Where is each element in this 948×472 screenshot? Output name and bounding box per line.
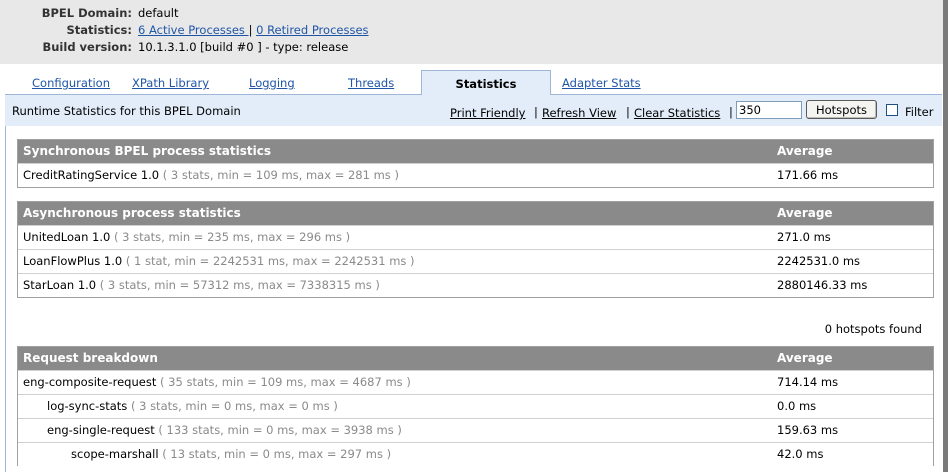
request-stats: ( 133 stats, min = 0 ms, max = 3938 ms ) — [158, 423, 402, 437]
average-value: 714.14 ms — [777, 375, 839, 389]
table-row: scope-marshall ( 13 stats, min = 0 ms, m… — [18, 442, 933, 466]
filter-label: Filter — [905, 105, 934, 119]
statistics-toolbar: Runtime Statistics for this BPEL Domain … — [5, 95, 942, 126]
table-row: StarLoan 1.0 ( 3 stats, min = 57312 ms, … — [18, 273, 933, 297]
request-name-cell: scope-marshall ( 13 stats, min = 0 ms, m… — [71, 443, 391, 466]
hotspots-found-text: 0 hotspots found — [824, 322, 922, 336]
table-row: UnitedLoan 1.0 ( 3 stats, min = 235 ms, … — [18, 225, 933, 249]
process-name-cell: StarLoan 1.0 ( 3 stats, min = 57312 ms, … — [23, 274, 380, 297]
request-name: scope-marshall — [71, 447, 159, 461]
table-title: Synchronous BPEL process statistics — [23, 144, 271, 158]
process-stats: ( 3 stats, min = 109 ms, max = 281 ms ) — [162, 168, 399, 182]
statistics-value: 6 Active Processes | 0 Retired Processes — [138, 22, 369, 38]
process-name: UnitedLoan 1.0 — [23, 230, 111, 244]
build-value: 10.1.3.1.0 [build #0 ] - type: release — [138, 40, 349, 54]
sync-process-table: Synchronous BPEL process statistics Aver… — [17, 139, 934, 188]
process-name: CreditRatingService 1.0 — [23, 168, 160, 182]
average-value: 171.66 ms — [777, 168, 839, 182]
build-label: Build version: — [42, 40, 132, 54]
table-row: eng-composite-request ( 35 stats, min = … — [18, 370, 933, 394]
statistics-label: Statistics: — [66, 23, 132, 37]
request-name-cell: eng-single-request ( 133 stats, min = 0 … — [47, 419, 402, 442]
hotspot-threshold-input[interactable] — [736, 101, 802, 119]
tab-threads[interactable]: Threads — [348, 76, 394, 94]
average-value: 2242531.0 ms — [777, 254, 861, 268]
average-header: Average — [777, 144, 833, 158]
async-process-table: Asynchronous process statistics Average … — [17, 201, 934, 298]
average-header: Average — [777, 351, 833, 365]
process-name: StarLoan 1.0 — [23, 278, 97, 292]
process-stats: ( 3 stats, min = 57312 ms, max = 7338315… — [99, 278, 380, 292]
request-name: eng-composite-request — [23, 375, 157, 389]
toolbar-title: Runtime Statistics for this BPEL Domain — [12, 104, 241, 118]
table-header: Request breakdown Average — [18, 347, 933, 370]
build-row: Build version: 10.1.3.1.0 [build #0 ] - … — [0, 39, 943, 55]
toolbar-separator: | — [534, 105, 538, 119]
table-row: CreditRatingService 1.0 ( 3 stats, min =… — [18, 163, 933, 187]
request-name: eng-single-request — [47, 423, 155, 437]
process-stats: ( 1 stat, min = 2242531 ms, max = 224253… — [125, 254, 415, 268]
statistics-row: Statistics: 6 Active Processes | 0 Retir… — [0, 22, 943, 38]
average-header: Average — [777, 206, 833, 220]
request-name: log-sync-stats — [47, 399, 128, 413]
table-title: Request breakdown — [23, 351, 158, 365]
table-row: LoanFlowPlus 1.0 ( 1 stat, min = 2242531… — [18, 249, 933, 273]
domain-label: BPEL Domain: — [41, 6, 132, 20]
average-value: 271.0 ms — [777, 230, 831, 244]
request-stats: ( 35 stats, min = 109 ms, max = 4687 ms … — [160, 375, 411, 389]
hotspots-button[interactable]: Hotspots — [806, 100, 877, 119]
request-stats: ( 13 stats, min = 0 ms, max = 297 ms ) — [162, 447, 392, 461]
table-header: Asynchronous process statistics Average — [18, 202, 933, 225]
statistics-content: Synchronous BPEL process statistics Aver… — [5, 126, 944, 472]
tab-configuration[interactable]: Configuration — [32, 76, 110, 94]
process-stats: ( 3 stats, min = 235 ms, max = 296 ms ) — [113, 230, 351, 244]
domain-info-panel: BPEL Domain: default Statistics: 6 Activ… — [0, 0, 943, 64]
request-stats: ( 3 stats, min = 0 ms, max = 0 ms ) — [130, 399, 338, 413]
tab-logging[interactable]: Logging — [249, 76, 295, 94]
process-name-cell: UnitedLoan 1.0 ( 3 stats, min = 235 ms, … — [23, 226, 350, 249]
tab-statistics[interactable]: Statistics — [421, 70, 551, 95]
process-name: LoanFlowPlus 1.0 — [23, 254, 123, 268]
domain-value: default — [138, 6, 179, 20]
table-header: Synchronous BPEL process statistics Aver… — [18, 140, 933, 163]
process-name-cell: CreditRatingService 1.0 ( 3 stats, min =… — [23, 164, 399, 187]
tab-xpath-library[interactable]: XPath Library — [132, 76, 209, 94]
tab-bar: Configuration XPath Library Logging Thre… — [5, 70, 942, 95]
process-name-cell: LoanFlowPlus 1.0 ( 1 stat, min = 2242531… — [23, 250, 415, 273]
average-value: 42.0 ms — [777, 447, 824, 461]
retired-processes-link[interactable]: 0 Retired Processes — [256, 23, 368, 37]
request-name-cell: eng-composite-request ( 35 stats, min = … — [23, 371, 411, 394]
domain-row: BPEL Domain: default — [0, 5, 943, 21]
window-right-edge — [943, 0, 948, 472]
active-processes-link[interactable]: 6 Active Processes — [138, 23, 249, 37]
table-title: Asynchronous process statistics — [23, 206, 241, 220]
table-row: log-sync-stats ( 3 stats, min = 0 ms, ma… — [18, 394, 933, 418]
toolbar-separator: | — [729, 105, 733, 119]
filter-checkbox[interactable] — [886, 104, 898, 116]
print-friendly-link[interactable]: Print Friendly — [450, 106, 525, 120]
table-row: eng-single-request ( 133 stats, min = 0 … — [18, 418, 933, 442]
average-value: 2880146.33 ms — [777, 278, 868, 292]
refresh-view-link[interactable]: Refresh View — [542, 106, 616, 120]
toolbar-separator: | — [626, 105, 630, 119]
request-name-cell: log-sync-stats ( 3 stats, min = 0 ms, ma… — [47, 395, 338, 418]
tab-adapter-stats[interactable]: Adapter Stats — [562, 76, 641, 94]
statistics-separator: | — [248, 23, 253, 37]
request-breakdown-table: Request breakdown Average eng-composite-… — [17, 346, 934, 466]
average-value: 159.63 ms — [777, 423, 839, 437]
clear-statistics-link[interactable]: Clear Statistics — [634, 106, 720, 120]
average-value: 0.0 ms — [777, 399, 817, 413]
